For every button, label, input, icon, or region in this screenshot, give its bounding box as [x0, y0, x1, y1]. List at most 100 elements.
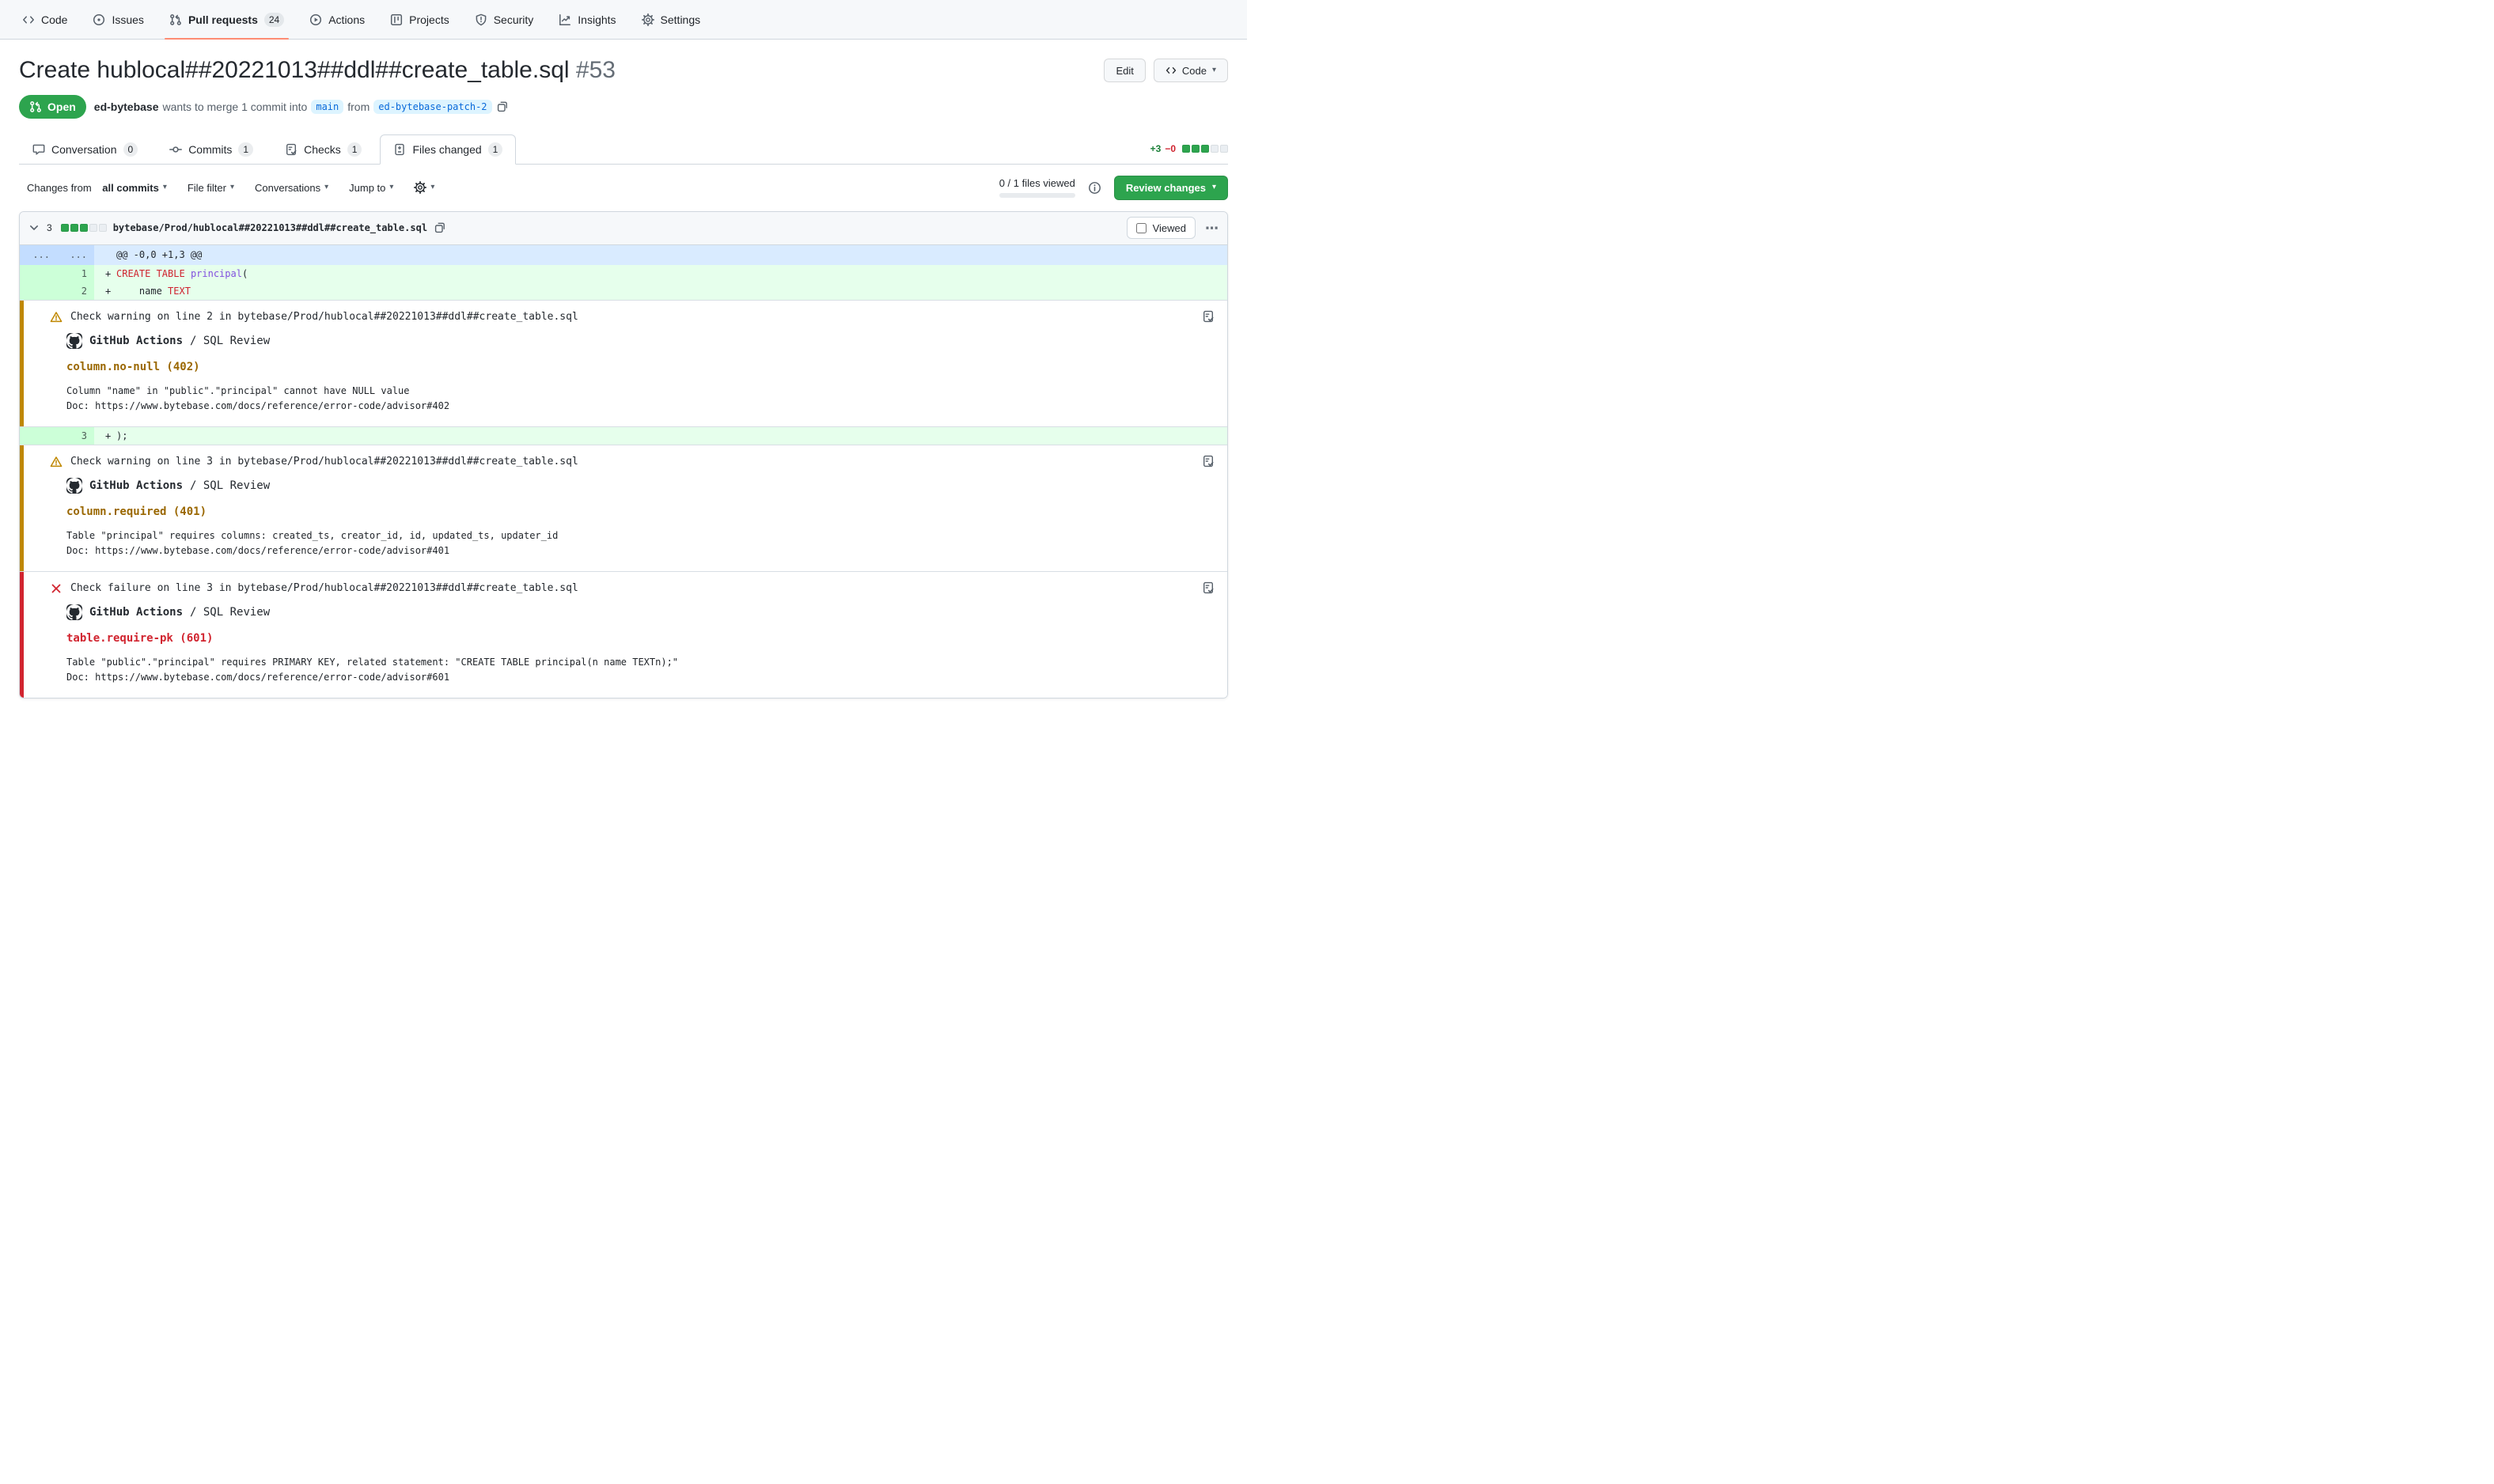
hunk-header-text: @@ -0,0 +1,3 @@: [116, 249, 202, 260]
check-message: Table "public"."principal" requires PRIM…: [66, 655, 1215, 685]
check-annotation-header: Check warning on line 3 in bytebase/Prod…: [70, 455, 578, 468]
github-actions-avatar: [66, 333, 82, 349]
diff-line-2: 2 + name TEXT: [20, 282, 1227, 300]
graph-icon: [559, 13, 571, 26]
view-check-run-button[interactable]: [1202, 581, 1215, 594]
pr-state-badge: Open: [19, 95, 86, 119]
tab-checks[interactable]: Checks1: [271, 134, 375, 165]
base-branch-label[interactable]: main: [311, 100, 343, 114]
file-diffstat-blocks: [61, 224, 107, 232]
caret-down-icon: ▾: [430, 184, 434, 191]
viewed-checkbox[interactable]: [1136, 223, 1147, 233]
file-diff-container: 3 bytebase/Prod/hublocal##20221013##ddl#…: [19, 211, 1228, 698]
x-icon: [50, 582, 63, 595]
file-path[interactable]: bytebase/Prod/hublocal##20221013##ddl##c…: [113, 222, 427, 233]
git-commit-icon: [169, 143, 182, 156]
check-annotation-header: Check failure on line 3 in bytebase/Prod…: [70, 581, 578, 594]
files-viewed-progress-bar: [999, 193, 1075, 198]
diffstat-blocks: [1182, 145, 1228, 153]
code-icon: [22, 13, 35, 26]
check-rule-title: column.no-null (402): [66, 361, 1215, 373]
check-annotation-warning-401: Check warning on line 3 in bytebase/Prod…: [20, 445, 1227, 571]
checklist-icon: [285, 143, 298, 156]
kebab-icon: ⋯: [1205, 221, 1219, 235]
git-pull-request-icon: [169, 13, 182, 26]
play-icon: [309, 13, 322, 26]
caret-down-icon: ▾: [163, 184, 167, 191]
check-message: Column "name" in "public"."principal" ca…: [66, 384, 1215, 414]
caret-down-icon: ▾: [230, 184, 234, 191]
tasklist-icon: [1202, 455, 1215, 468]
file-kebab-menu-button[interactable]: ⋯: [1205, 221, 1219, 235]
file-diff-icon: [393, 143, 406, 156]
file-header: 3 bytebase/Prod/hublocal##20221013##ddl#…: [20, 212, 1227, 245]
edit-button[interactable]: Edit: [1104, 59, 1145, 82]
code-icon: [1166, 65, 1177, 76]
files-viewed-info-button[interactable]: [1088, 181, 1101, 195]
jump-to-dropdown[interactable]: Jump to▾: [341, 179, 401, 197]
line-number[interactable]: 1: [57, 265, 94, 282]
tab-conversation[interactable]: Conversation0: [19, 134, 151, 165]
diff-line-1: 1 +CREATE TABLE principal(: [20, 265, 1227, 282]
project-icon: [390, 13, 403, 26]
code-button[interactable]: Code▾: [1154, 59, 1228, 82]
nav-item-code[interactable]: Code: [13, 0, 77, 39]
tab-commits[interactable]: Commits1: [156, 134, 267, 165]
diff-line-3: 3 +);: [20, 426, 1227, 445]
deletions-count: −0: [1165, 143, 1176, 154]
nav-item-security[interactable]: Security: [465, 0, 544, 39]
warning-triangle-icon: [50, 311, 63, 324]
file-filter-dropdown[interactable]: File filter▾: [180, 179, 242, 197]
check-context: / SQL Review: [190, 479, 270, 492]
hunk-header-row: ... ... @@ -0,0 +1,3 @@: [20, 245, 1227, 265]
collapse-file-button[interactable]: [28, 221, 40, 234]
conversations-dropdown[interactable]: Conversations▾: [247, 179, 336, 197]
shield-icon: [475, 13, 487, 26]
viewed-toggle[interactable]: Viewed: [1127, 217, 1196, 239]
warning-triangle-icon: [50, 456, 63, 468]
caret-down-icon: ▾: [1212, 66, 1216, 74]
github-actions-avatar: [66, 604, 82, 620]
caret-down-icon: ▾: [324, 184, 328, 191]
check-rule-title: table.require-pk (601): [66, 632, 1215, 645]
changes-from-dropdown[interactable]: Changes from all commits▾: [19, 179, 175, 197]
diff-settings-button[interactable]: ▾: [406, 178, 442, 197]
repo-nav: Code Issues Pull requests24 Actions Proj…: [0, 0, 1247, 40]
check-app-name[interactable]: GitHub Actions: [89, 335, 183, 347]
nav-item-pull-requests[interactable]: Pull requests24: [160, 0, 294, 39]
nav-item-projects[interactable]: Projects: [381, 0, 459, 39]
check-annotation-header: Check warning on line 2 in bytebase/Prod…: [70, 310, 578, 323]
info-icon: [1088, 181, 1101, 195]
author-name[interactable]: ed-bytebase: [94, 100, 159, 113]
diff-table: ... ... @@ -0,0 +1,3 @@ 1 +CREATE TABLE …: [20, 245, 1227, 698]
github-actions-avatar: [66, 478, 82, 494]
issue-opened-icon: [93, 13, 105, 26]
copy-path-button[interactable]: [434, 221, 446, 234]
tasklist-icon: [1202, 581, 1215, 594]
head-branch-label[interactable]: ed-bytebase-patch-2: [373, 100, 491, 114]
diffstat: +3 −0: [1150, 143, 1228, 164]
check-message: Table "principal" requires columns: crea…: [66, 528, 1215, 558]
chevron-down-icon: [28, 221, 40, 234]
review-changes-button[interactable]: Review changes▾: [1114, 176, 1228, 200]
copy-branch-button[interactable]: [496, 100, 509, 113]
view-check-run-button[interactable]: [1202, 310, 1215, 323]
line-number[interactable]: 2: [57, 282, 94, 300]
merge-sentence: ed-bytebase wants to merge 1 commit into…: [94, 100, 509, 114]
check-rule-title: column.required (401): [66, 505, 1215, 518]
file-changes-count: 3: [47, 222, 52, 233]
nav-item-insights[interactable]: Insights: [549, 0, 625, 39]
gear-icon: [414, 181, 426, 194]
check-app-name[interactable]: GitHub Actions: [89, 479, 183, 492]
pr-number: #53: [576, 57, 616, 83]
check-annotation-failure-601: Check failure on line 3 in bytebase/Prod…: [20, 571, 1227, 698]
view-check-run-button[interactable]: [1202, 455, 1215, 468]
nav-item-actions[interactable]: Actions: [300, 0, 374, 39]
nav-item-issues[interactable]: Issues: [83, 0, 153, 39]
nav-item-settings[interactable]: Settings: [632, 0, 711, 39]
pull-requests-count-badge: 24: [264, 13, 284, 27]
tab-files-changed[interactable]: Files changed1: [380, 134, 516, 165]
line-number[interactable]: 3: [57, 427, 94, 445]
caret-down-icon: ▾: [389, 184, 393, 191]
check-app-name[interactable]: GitHub Actions: [89, 606, 183, 619]
